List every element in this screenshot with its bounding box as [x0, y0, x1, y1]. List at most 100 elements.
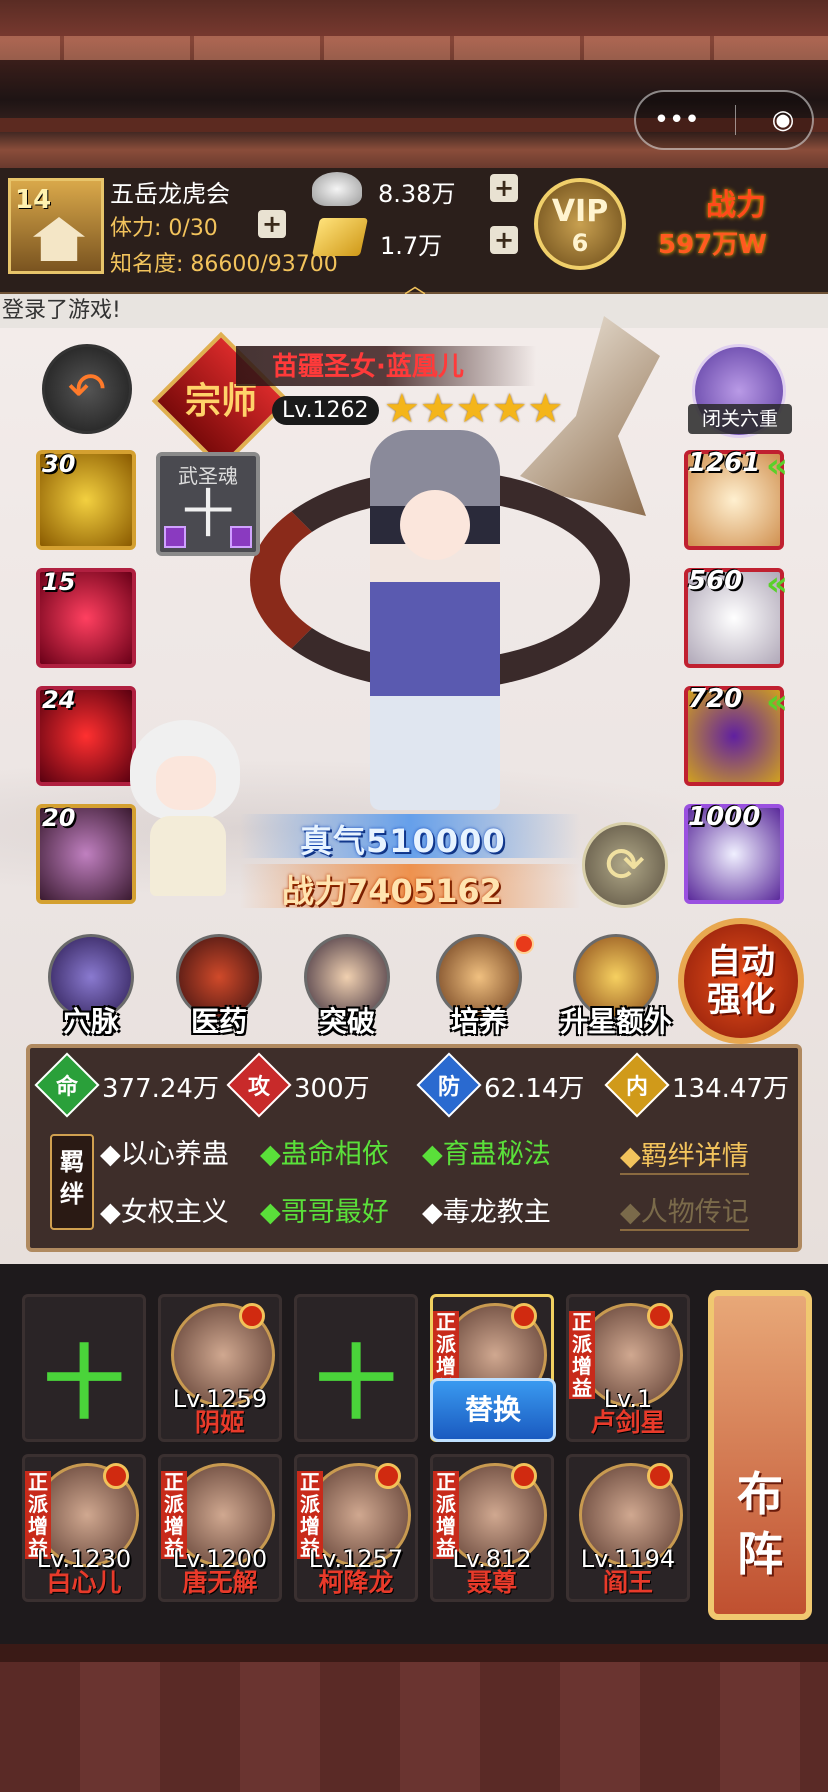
feature-medicine-button[interactable]: 医药 [164, 934, 274, 1040]
gem-icon [230, 526, 252, 548]
auto-strengthen-button[interactable]: 自动 强化 [678, 918, 804, 1044]
defense-value: 62.14万 [484, 1074, 585, 1104]
auto-label-2: 强化 [707, 980, 775, 1020]
guild-name: 五岳龙虎会 [110, 180, 230, 208]
upgrade-arrow-icon: « [766, 446, 788, 486]
lineup-card[interactable]: Lv.1194 阎王 [566, 1454, 690, 1602]
biography-link[interactable]: ◆人物传记 [620, 1190, 749, 1231]
power-value: 597万W [658, 230, 767, 260]
hp-icon-label: 命 [55, 1074, 79, 1100]
total-power[interactable]: 战力 597万W [650, 180, 822, 270]
mascot-face [156, 756, 216, 810]
add-silver-button[interactable]: + [490, 174, 518, 202]
add-hero-icon: 十 [316, 1337, 396, 1430]
skill-count: 30 [42, 450, 76, 478]
gold-bar-icon [311, 218, 369, 256]
hero-name: 苗疆圣女·蓝凰儿 [272, 352, 464, 382]
skill-count: 15 [42, 568, 76, 596]
formation-button[interactable]: 布 阵 [708, 1290, 812, 1620]
equip-level: 720 [688, 684, 743, 714]
hero-face [400, 490, 470, 560]
stamina-label: 体力: 0/30 [110, 216, 218, 241]
notification-dot [511, 1303, 537, 1329]
attack-value: 300万 [294, 1074, 370, 1104]
gold-amount: 1.7万 [380, 232, 443, 260]
hero-qi: 真气510000 [300, 822, 506, 860]
back-arrow-icon: ↶ [67, 362, 107, 416]
back-button[interactable]: ↶ [42, 344, 132, 434]
vip-label: VIP [551, 194, 609, 229]
lineup-card[interactable]: 正派增益 Lv.1200 唐无解 [158, 1454, 282, 1602]
notification-dot [103, 1463, 129, 1489]
feature-breakthrough-button[interactable]: 突破 [292, 934, 402, 1040]
vip-badge[interactable]: VIP 6 [534, 178, 626, 270]
more-icon[interactable]: ••• [654, 105, 700, 135]
replace-button[interactable]: 替换 [430, 1378, 556, 1442]
equip-slot-2[interactable]: 560 « [684, 564, 788, 668]
equip-level: 1000 [688, 802, 761, 832]
notification-dot [514, 934, 534, 954]
hero-figure[interactable] [370, 430, 500, 810]
fetter-details-link[interactable]: ◆羁绊详情 [620, 1134, 749, 1175]
fetter-item: ◆以心养蛊 [100, 1139, 229, 1170]
notification-dot [647, 1463, 673, 1489]
add-hero-icon: 十 [44, 1337, 124, 1430]
hero-card-name: 阎王 [602, 1568, 653, 1597]
hero-card-name: 柯降龙 [318, 1568, 394, 1597]
formation-label-1: 布 [737, 1467, 783, 1521]
auto-label-1: 自动 [707, 942, 775, 982]
wusheng-soul-slot[interactable]: 武圣魂 十 [156, 452, 260, 556]
feature-star-extra-button[interactable]: 升星额外 [554, 934, 678, 1040]
fetter-item: ◆女权主义 [100, 1197, 229, 1228]
fetter-item: ◆蛊命相依 [260, 1139, 389, 1170]
skill-slot-1[interactable]: 30 [36, 450, 136, 550]
notification-dot [375, 1463, 401, 1489]
lineup-card[interactable]: 正派增益 Lv.1257 柯降龙 [294, 1454, 418, 1602]
defense-icon-label: 防 [437, 1074, 461, 1100]
add-gold-button[interactable]: + [490, 226, 518, 254]
feature-label: 突破 [318, 1005, 375, 1038]
lineup-slot-empty[interactable]: 十 [294, 1294, 418, 1442]
refresh-icon: ⟳ [604, 837, 646, 893]
add-stamina-button[interactable]: + [258, 210, 286, 238]
equip-slot-3[interactable]: 720 « [684, 682, 788, 786]
vip-level: 6 [571, 229, 589, 257]
lineup-card[interactable]: 正派增益 Lv.1 卢剑星 [566, 1294, 690, 1442]
notification-dot [511, 1463, 537, 1489]
switch-hero-button[interactable]: ⟳ [582, 822, 668, 908]
feature-cultivate-button[interactable]: 培养 [424, 934, 534, 1040]
hero-level: Lv.1262 [272, 396, 379, 425]
notification-dot [239, 1303, 265, 1329]
hero-card-name: 阴姬 [194, 1408, 245, 1437]
lineup-slot-empty[interactable]: 十 [22, 1294, 146, 1442]
fetter-item: ◆毒龙教主 [422, 1197, 551, 1228]
feature-meridian-button[interactable]: 穴脉 [36, 934, 146, 1040]
upgrade-arrow-icon: « [766, 564, 788, 604]
hero-power: 战力7405162 [282, 872, 502, 910]
gem-icon [164, 526, 186, 548]
mascot-robe [150, 816, 226, 896]
player-avatar[interactable]: 14 [8, 178, 104, 274]
equip-slot-1[interactable]: 1261 « [684, 446, 788, 550]
skill-slot-2[interactable]: 15 [36, 568, 136, 668]
equip-slot-4[interactable]: 1000 [684, 802, 784, 904]
fetter-item: ◆哥哥最好 [260, 1197, 389, 1228]
hero-card-name: 唐无解 [182, 1568, 258, 1597]
close-icon[interactable]: ◉ [772, 105, 795, 135]
hero-stars: ★★★★★ [384, 386, 564, 432]
inner-power-value: 134.47万 [672, 1074, 789, 1104]
hero-card-name: 卢剑星 [590, 1408, 666, 1437]
lineup-card[interactable]: 正派增益 Lv.812 聂尊 [430, 1454, 554, 1602]
feature-label: 医药 [190, 1005, 247, 1038]
lineup-card[interactable]: Lv.1259 阴姬 [158, 1294, 282, 1442]
hero-card-name: 聂尊 [466, 1568, 517, 1597]
lineup-card[interactable]: 正派增益 Lv.1230 白心儿 [22, 1454, 146, 1602]
notification-dot [647, 1303, 673, 1329]
equip-level: 1261 [688, 448, 761, 478]
hero-card-name: 白心儿 [46, 1568, 122, 1597]
hp-value: 377.24万 [102, 1074, 219, 1104]
power-label: 战力 [706, 188, 766, 223]
fetter-badge: 羁绊 [50, 1134, 94, 1230]
feature-label: 穴脉 [62, 1005, 119, 1038]
silver-amount: 8.38万 [378, 180, 456, 208]
